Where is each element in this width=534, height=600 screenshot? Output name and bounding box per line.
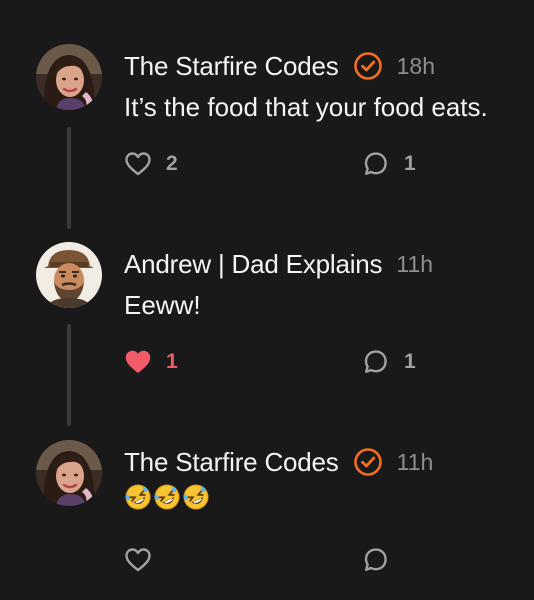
comment-bubble-icon: [364, 350, 387, 373]
author-name[interactable]: Andrew | Dad Explains: [124, 249, 383, 280]
post-actions: 2 1: [124, 148, 444, 180]
reply-thread: The Starfire Codes 18h It’s the food tha…: [0, 0, 534, 600]
reply-count: 1: [404, 350, 416, 373]
heart-filled-icon: [125, 350, 151, 373]
post: The Starfire Codes 18h It’s the food tha…: [0, 0, 534, 190]
reply-button[interactable]: 1: [360, 148, 416, 180]
rofl-emoji-icon: [183, 484, 209, 510]
like-count: 2: [166, 152, 178, 175]
post-timestamp[interactable]: 11h: [396, 251, 433, 278]
post-text: Eeww!: [124, 290, 201, 320]
rofl-emoji-icon: [125, 484, 151, 510]
avatar[interactable]: [36, 44, 102, 110]
reply-count: 1: [404, 152, 416, 175]
post-header: Andrew | Dad Explains 11h: [124, 248, 433, 280]
like-count: 1: [166, 350, 178, 373]
comment-bubble-icon: [364, 548, 387, 571]
verified-check-icon: [353, 51, 383, 81]
avatar[interactable]: [36, 440, 102, 506]
heart-icon: [125, 548, 151, 572]
author-name[interactable]: The Starfire Codes: [124, 447, 339, 478]
reply-button[interactable]: [360, 544, 404, 576]
verified-check-icon: [353, 447, 383, 477]
post-text-emoji: [124, 483, 210, 511]
post-actions: 1 1: [124, 346, 444, 378]
author-name[interactable]: The Starfire Codes: [124, 51, 339, 82]
avatar-image: [36, 440, 102, 506]
comment-bubble-icon: [364, 152, 387, 175]
post-timestamp[interactable]: 18h: [397, 53, 435, 80]
like-button[interactable]: 2: [124, 148, 178, 180]
like-button[interactable]: [124, 544, 166, 576]
post-text: It’s the food that your food eats.: [124, 92, 488, 122]
reply-button[interactable]: 1: [360, 346, 416, 378]
avatar-image: [36, 44, 102, 110]
heart-icon: [125, 152, 151, 176]
post-header: The Starfire Codes 11h: [124, 446, 433, 478]
avatar-image: [36, 242, 102, 308]
post: Andrew | Dad Explains 11h Eeww! 1 1: [0, 198, 534, 388]
post-timestamp[interactable]: 11h: [397, 449, 434, 476]
post-header: The Starfire Codes 18h: [124, 50, 435, 82]
post-actions: [124, 544, 444, 576]
like-button[interactable]: 1: [124, 346, 178, 378]
avatar[interactable]: [36, 242, 102, 308]
post: The Starfire Codes 11h: [0, 396, 534, 586]
rofl-emoji-icon: [154, 484, 180, 510]
